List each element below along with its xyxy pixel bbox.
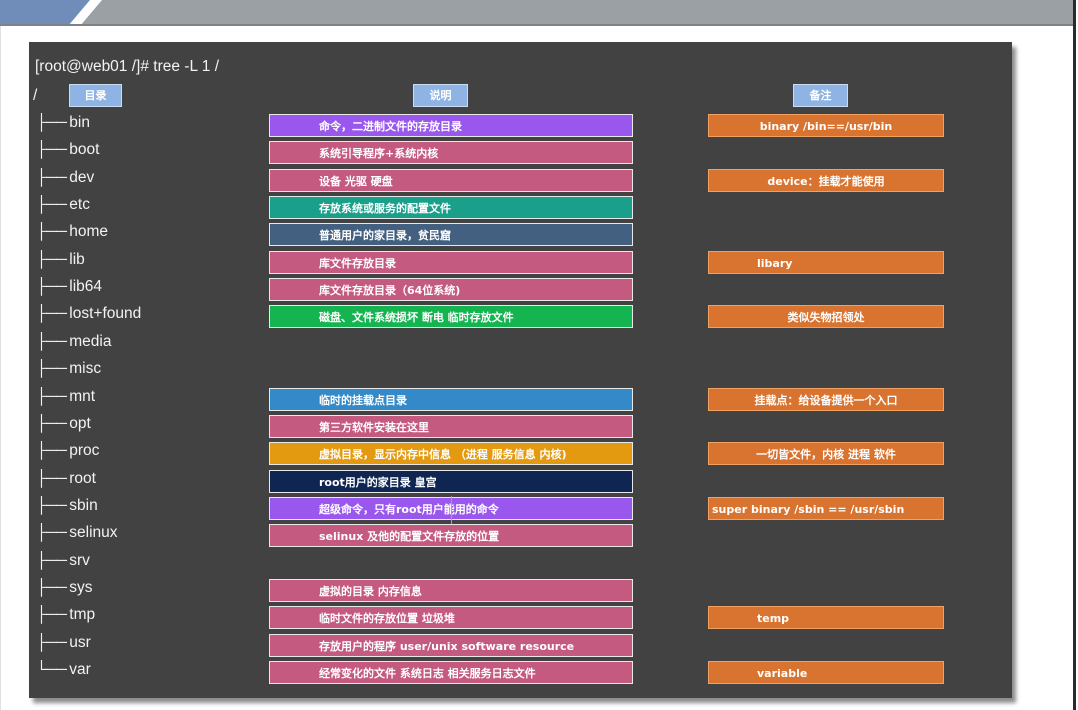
description-box: 库文件存放目录 [269,251,633,274]
tree-branch: ├── [36,141,70,158]
text-cursor [451,496,452,524]
tree-item-boot: ├── boot [36,140,99,160]
tree-branch: └── [36,661,70,678]
tree-item-lib: ├── lib [36,250,85,270]
header-desc: 说明 [413,84,468,107]
tree-item-lib64: ├── lib64 [36,277,102,297]
header-note: 备注 [793,84,848,107]
note-box: libary [708,251,944,274]
description-box: 存放系统或服务的配置文件 [269,196,633,219]
tree-branch: ├── [36,497,70,514]
tree-item-media: ├── media [36,332,111,352]
tree-item-name: lib64 [69,278,103,295]
tree-item-misc: ├── misc [36,359,101,379]
description-box: root用户的家目录 皇宫 [269,470,633,493]
note-box: temp [708,606,944,629]
tree-item-sbin: ├── sbin [36,496,98,516]
terminal-panel: [root@web01 /]# tree -L 1 / / 目录 说明 备注 ├… [29,42,1012,698]
shell-prompt: [root@web01 /]# tree -L 1 / [35,58,220,75]
description-box: 存放用户的程序 user/unix software resource [269,634,633,657]
tree-item-name: srv [69,552,90,569]
top-banner [0,0,1078,26]
tree-branch: ├── [36,524,70,541]
tree-item-tmp: ├── tmp [36,605,95,625]
note-box: 类似失物招领处 [708,305,944,328]
tree-item-mnt: ├── mnt [36,387,95,407]
description-box: 经常变化的文件 系统日志 相关服务日志文件 [269,661,633,684]
tree-item-name: sbin [69,497,98,514]
tree-item-name: dev [69,169,95,186]
tree-item-name: sys [69,579,93,596]
tree-item-lost-found: ├── lost+found [36,304,141,324]
description-box: 系统引导程序+系统内核 [269,141,633,164]
page-right-edge [1073,0,1076,710]
tree-item-selinux: ├── selinux [36,523,118,543]
tree-item-name: opt [69,415,91,432]
tree-branch: ├── [36,169,70,186]
tree-item-var: └── var [36,660,91,680]
tree-branch: ├── [36,552,70,569]
tree-branch: ├── [36,470,70,487]
tree-root: / [33,87,38,104]
tree-branch: ├── [36,278,70,295]
tree-branch: ├── [36,606,70,623]
description-box: 第三方软件安装在这里 [269,415,633,438]
description-box: 临时文件的存放位置 垃圾堆 [269,606,633,629]
description-box: 设备 光驱 硬盘 [269,169,633,192]
header-dir: 目录 [69,84,122,107]
description-box: 命令，二进制文件的存放目录 [269,114,633,137]
tree-branch: ├── [36,196,70,213]
tree-item-name: misc [69,360,102,377]
tree-item-etc: ├── etc [36,195,90,215]
note-box: 挂载点：给设备提供一个入口 [708,388,944,411]
tree-branch: ├── [36,415,70,432]
tree-branch: ├── [36,223,70,240]
tree-branch: ├── [36,388,70,405]
tree-item-bin: ├── bin [36,113,90,133]
note-box: device：挂载才能使用 [708,169,944,192]
note-box: binary /bin==/usr/bin [708,114,944,137]
tree-branch: ├── [36,305,70,322]
tree-branch: ├── [36,333,70,350]
tree-item-root: ├── root [36,469,96,489]
description-box: selinux 及他的配置文件存放的位置 [269,524,633,547]
description-box: 临时的挂载点目录 [269,388,633,411]
description-box: 库文件存放目录（64位系统) [269,278,633,301]
tree-item-name: lost+found [69,305,142,322]
tree-item-srv: ├── srv [36,551,90,571]
tree-branch: ├── [36,360,70,377]
tree-branch: ├── [36,114,70,131]
tree-item-name: media [69,333,112,350]
tree-item-usr: ├── usr [36,633,91,653]
tree-item-proc: ├── proc [36,441,99,461]
tree-item-name: lib [69,251,85,268]
tree-item-name: home [69,223,109,240]
description-box: 普通用户的家目录，贫民窟 [269,223,633,246]
note-box: super binary /sbin == /usr/sbin [708,497,944,520]
tree-item-name: root [69,470,96,487]
tree-branch: ├── [36,634,70,651]
tree-item-home: ├── home [36,222,108,242]
tree-item-name: proc [69,442,100,459]
description-box: 磁盘、文件系统损坏 断电 临时存放文件 [269,305,633,328]
tree-branch: ├── [36,251,70,268]
note-box: 一切皆文件，内核 进程 软件 [708,442,944,465]
tree-branch: ├── [36,579,70,596]
tree-item-name: selinux [69,524,118,541]
tree-item-name: etc [69,196,90,213]
page-left-edge [0,0,1,710]
note-box: variable [708,661,944,684]
description-box: 虚拟的目录 内存信息 [269,579,633,602]
tree-item-name: boot [69,141,100,158]
tree-item-name: tmp [69,606,96,623]
tree-item-opt: ├── opt [36,414,91,434]
description-box: 虚拟目录，显示内存中信息 （进程 服务信息 内核) [269,442,633,465]
tree-item-name: bin [69,114,90,131]
tree-item-name: mnt [69,388,96,405]
tree-item-dev: ├── dev [36,168,94,188]
tree-branch: ├── [36,442,70,459]
tree-item-name: var [69,661,91,678]
tree-item-name: usr [69,634,91,651]
tree-item-sys: ├── sys [36,578,93,598]
